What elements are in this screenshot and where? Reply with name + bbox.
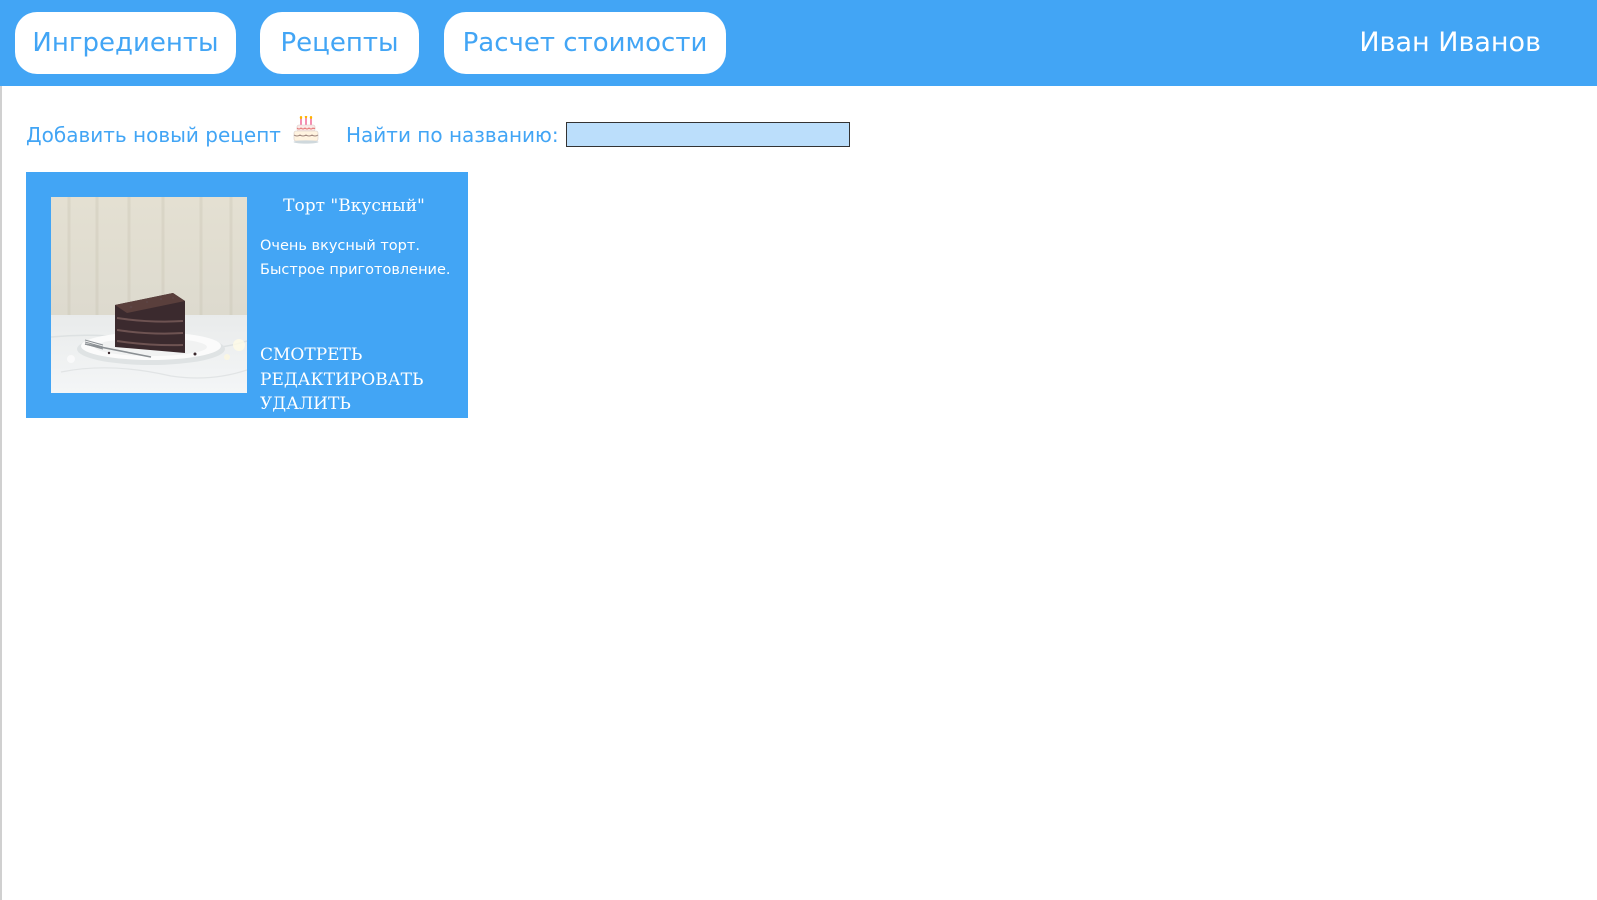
top-navbar: Ингредиенты Рецепты Расчет стоимости Ива… [0, 0, 1597, 86]
recipe-description-line: Очень вкусный торт. [260, 238, 420, 254]
user-name[interactable]: Иван Иванов [1359, 12, 1541, 74]
nav-cost-calculation-button[interactable]: Расчет стоимости [444, 12, 726, 74]
nav-recipes-button[interactable]: Рецепты [260, 12, 419, 74]
nav-ingredients-button[interactable]: Ингредиенты [15, 12, 236, 74]
recipe-image [51, 197, 247, 393]
delete-recipe-link[interactable]: УДАЛИТЬ [260, 392, 460, 417]
recipe-title: Торт "Вкусный" [283, 196, 425, 216]
add-recipe-link[interactable]: Добавить новый рецепт [26, 115, 319, 152]
add-recipe-label: Добавить новый рецепт [26, 123, 281, 147]
recipe-card: Торт "Вкусный" Очень вкусный торт. Быстр… [26, 172, 468, 418]
left-border [0, 86, 2, 900]
search-label: Найти по названию: [346, 123, 559, 147]
recipe-description: Очень вкусный торт. Быстрое приготовлени… [260, 234, 460, 282]
view-recipe-link[interactable]: СМОТРЕТЬ [260, 343, 460, 368]
recipe-actions: СМОТРЕТЬ РЕДАКТИРОВАТЬ УДАЛИТЬ [260, 343, 460, 417]
recipe-description-line: Быстрое приготовление. [260, 262, 451, 278]
search-input[interactable] [566, 122, 850, 147]
cake-icon [293, 115, 319, 144]
page: Ингредиенты Рецепты Расчет стоимости Ива… [0, 0, 1597, 900]
edit-recipe-link[interactable]: РЕДАКТИРОВАТЬ [260, 368, 460, 393]
